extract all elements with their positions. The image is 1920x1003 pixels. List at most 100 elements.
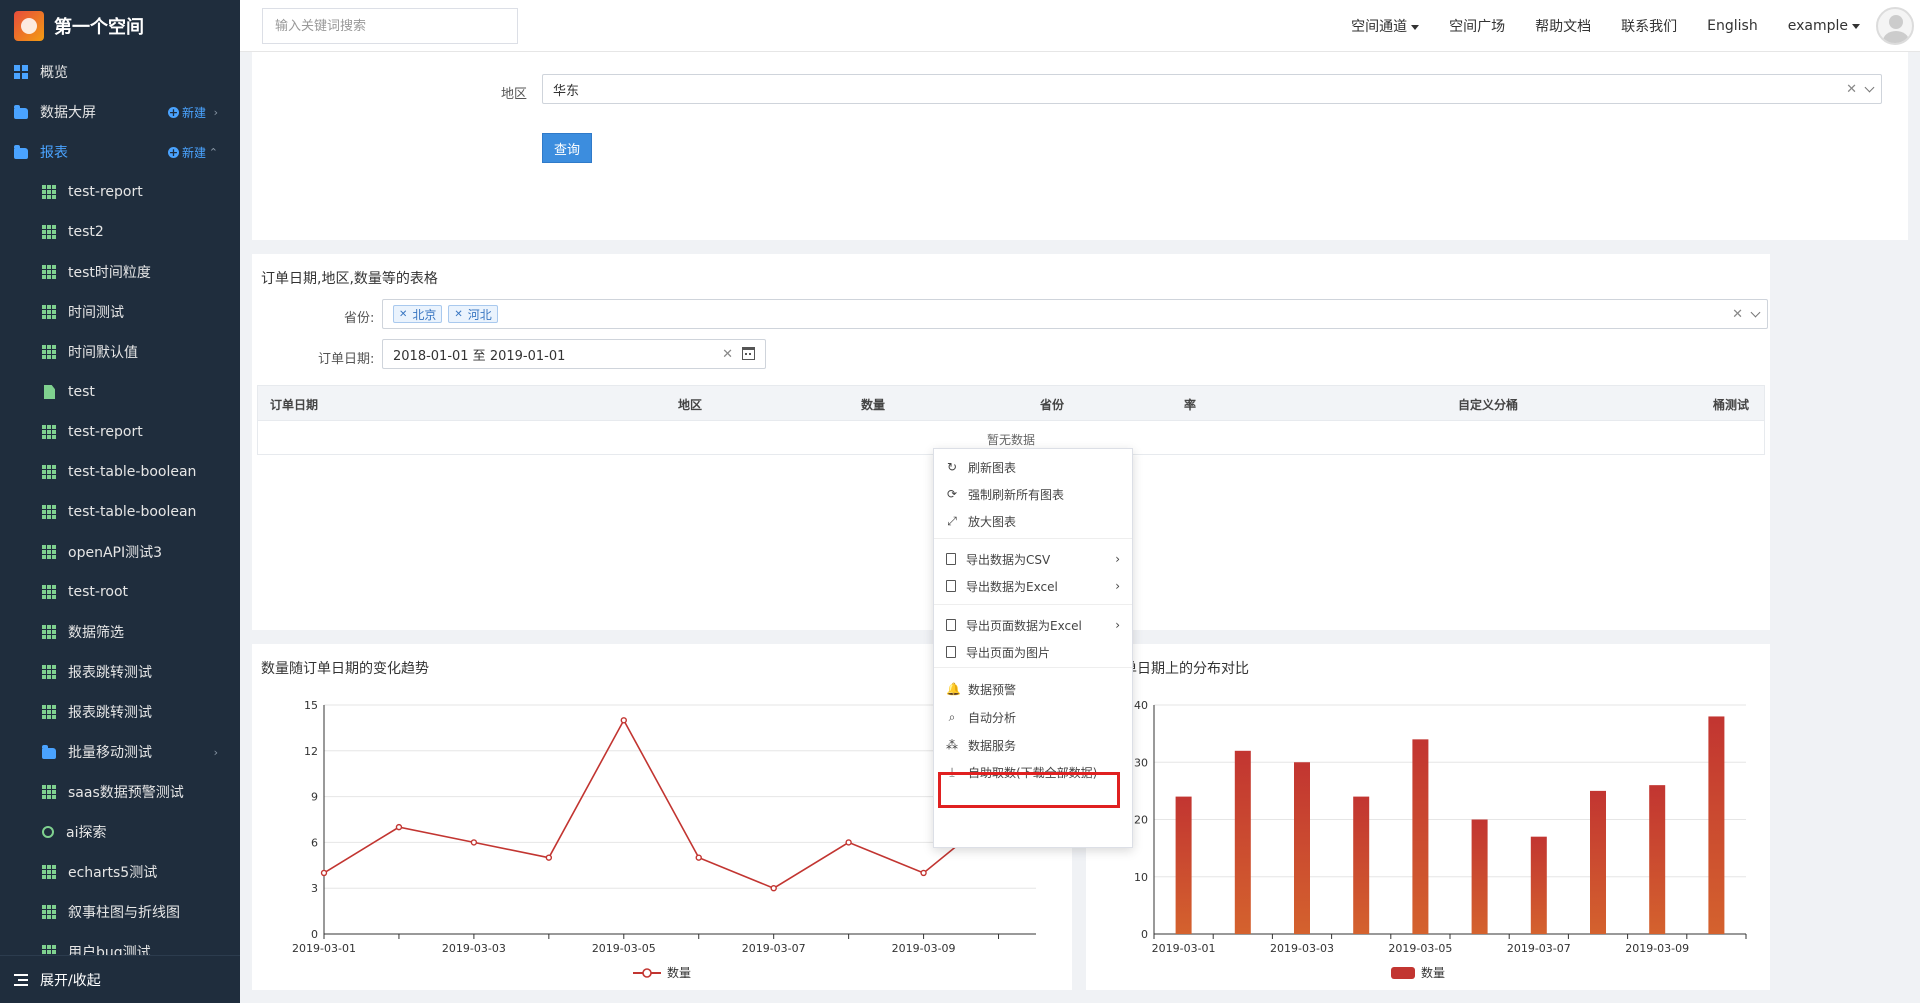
legend-label: 数量 xyxy=(1421,965,1445,980)
nav-user-menu[interactable]: example xyxy=(1788,18,1860,34)
tag-remove-icon[interactable]: ✕ xyxy=(454,309,462,320)
context-menu-item[interactable]: 导出页面为图片 xyxy=(934,638,1132,666)
sidebar-item[interactable]: test-root xyxy=(0,572,240,612)
nav-language[interactable]: English xyxy=(1707,18,1758,34)
sidebar-item[interactable]: test-table-boolean xyxy=(0,492,240,532)
context-menu-item[interactable]: ⤢ 放大图表 xyxy=(934,507,1132,535)
chevron-down-icon xyxy=(1864,82,1875,93)
column-header[interactable]: 数量 xyxy=(861,396,885,413)
new-item-button[interactable]: + 新建 xyxy=(167,104,206,121)
legend-label: 数量 xyxy=(667,965,691,980)
data-point xyxy=(920,869,927,877)
sidebar-item[interactable]: 数据大屏 + 新建 › xyxy=(0,92,240,132)
sidebar-item[interactable]: 时间默认值 xyxy=(0,332,240,372)
share-nodes-icon: ⁂ xyxy=(946,738,958,752)
context-menu-item-label: 强制刷新所有图表 xyxy=(968,487,1065,502)
bar-chart[interactable]: 0 10 20 30 40 2019-03-01 2019-03-03 2019-03-05 2… xyxy=(1086,644,1770,990)
sidebar-item[interactable]: 概览 xyxy=(0,52,240,92)
query-button[interactable]: 查询 xyxy=(542,133,592,163)
chart-context-menu: ↻ 刷新图表 ⟳ 强制刷新所有图表 ⤢ 放大图表 导出数据为CSV › 导出数据为Excel › 导… xyxy=(933,448,1133,848)
sidebar-collapse-label: 展开/收起 xyxy=(40,972,101,989)
tag-remove-icon[interactable]: ✕ xyxy=(399,309,407,320)
region-select[interactable]: 华东 ✕ xyxy=(542,74,1882,104)
sidebar-item[interactable]: 用户bug测试 xyxy=(0,932,240,955)
column-header[interactable]: 桶测试 xyxy=(1713,396,1749,413)
sidebar-item[interactable]: openAPI测试3 xyxy=(0,532,240,572)
caret-down-icon xyxy=(1411,24,1420,30)
context-menu-item[interactable]: 导出页面数据为Excel › xyxy=(934,611,1132,639)
province-tag[interactable]: ✕ 河北 xyxy=(448,305,498,323)
context-menu-item[interactable]: ⁂ 数据服务 xyxy=(934,731,1132,759)
clear-icon[interactable]: ✕ xyxy=(722,347,733,362)
user-avatar[interactable] xyxy=(1876,7,1914,45)
sidebar-item[interactable]: 报表跳转测试 xyxy=(0,692,240,732)
column-header[interactable]: 地区 xyxy=(678,396,702,413)
sidebar-item[interactable]: echarts5测试 xyxy=(0,852,240,892)
data-point xyxy=(620,717,627,724)
file-csv-icon xyxy=(946,553,956,565)
sidebar-item-label: test xyxy=(68,384,95,400)
sidebar-item-label: 概览 xyxy=(40,65,68,81)
sidebar-item[interactable]: test-report xyxy=(0,172,240,212)
sidebar-collapse-toggle[interactable]: 展开/收起 xyxy=(0,955,240,1003)
context-menu-item[interactable]: ⌕ 自动分析 xyxy=(934,703,1132,731)
sidebar-item-label: echarts5测试 xyxy=(68,865,158,881)
nav-space-square[interactable]: 空间广场 xyxy=(1449,16,1505,36)
chevron-right-icon[interactable]: › xyxy=(214,106,218,119)
column-header[interactable]: 自定义分桶 xyxy=(1458,396,1518,413)
new-item-button[interactable]: + 新建 xyxy=(167,144,206,161)
sidebar-item[interactable]: test时间粒度 xyxy=(0,252,240,292)
context-menu-item[interactable]: 导出数据为Excel › xyxy=(934,572,1132,600)
sidebar-item[interactable]: test-report xyxy=(0,412,240,452)
province-select[interactable]: ✕ 北京 ✕ 河北 ✕ xyxy=(382,299,1768,329)
table-icon xyxy=(42,465,56,479)
sidebar-item[interactable]: test xyxy=(0,372,240,412)
app-title: 第一个空间 xyxy=(54,17,144,38)
calendar-icon[interactable] xyxy=(742,347,755,360)
sidebar-item[interactable]: saas数据预警测试 xyxy=(0,772,240,812)
caret-down-icon xyxy=(1852,23,1860,29)
sidebar-item[interactable]: test-table-boolean xyxy=(0,452,240,492)
order-date-range-picker[interactable]: 2018-01-01 至 2019-01-01 ✕ xyxy=(382,339,766,369)
data-point xyxy=(320,869,328,877)
bar-chart-card: 在订单日期上的分布对比 0 10 20 30 40 2019-03-01 2019-03-0… xyxy=(1086,644,1770,990)
column-header[interactable]: 省份 xyxy=(1040,396,1064,413)
sidebar-item-label: 批量移动测试 xyxy=(68,745,152,761)
search-input[interactable] xyxy=(262,8,518,44)
nav-space-channel[interactable]: 空间通道 xyxy=(1351,16,1420,36)
sidebar-item[interactable]: test2 xyxy=(0,212,240,252)
table-icon xyxy=(42,945,56,955)
table-icon xyxy=(42,705,56,719)
chevron-right-icon[interactable]: › xyxy=(214,746,218,759)
x-tick-label: 2019-03-07 xyxy=(1507,942,1571,955)
clear-icon[interactable]: ✕ xyxy=(1732,307,1743,322)
context-menu-item-label: 导出数据为Excel xyxy=(966,579,1058,594)
app-logo-area[interactable]: 第一个空间 xyxy=(0,0,240,52)
sidebar-item[interactable]: ai探索 xyxy=(0,812,240,852)
sidebar-item[interactable]: 报表 + 新建 ⌃ xyxy=(0,132,240,172)
context-menu-item[interactable]: 导出数据为CSV › xyxy=(934,545,1132,573)
table-icon xyxy=(42,905,56,919)
y-tick-label: 15 xyxy=(304,699,318,712)
table-icon xyxy=(42,345,56,359)
column-header[interactable]: 率 xyxy=(1184,396,1196,413)
sidebar-item-label: test-report xyxy=(68,184,143,200)
column-header[interactable]: 订单日期 xyxy=(270,396,318,413)
chevron-up-icon[interactable]: ⌃ xyxy=(209,146,218,159)
sidebar-item[interactable]: 报表跳转测试 xyxy=(0,652,240,692)
nav-help-docs[interactable]: 帮助文档 xyxy=(1535,16,1591,36)
sidebar-item[interactable]: 时间测试 xyxy=(0,292,240,332)
province-tag[interactable]: ✕ 北京 xyxy=(393,305,443,323)
context-menu-item[interactable]: ↻ 刷新图表 xyxy=(934,453,1132,481)
bar xyxy=(1708,716,1725,934)
sidebar-item[interactable]: 数据筛选 xyxy=(0,612,240,652)
sidebar-item[interactable]: 批量移动测试 › xyxy=(0,732,240,772)
table-icon xyxy=(42,785,56,799)
context-menu-item[interactable]: ⟳ 强制刷新所有图表 xyxy=(934,480,1132,508)
sidebar-item[interactable]: 叙事柱图与折线图 xyxy=(0,892,240,932)
province-label: 省份: xyxy=(344,311,375,326)
y-tick-label: 30 xyxy=(1134,756,1148,769)
nav-contact-us[interactable]: 联系我们 xyxy=(1621,16,1677,36)
clear-icon[interactable]: ✕ xyxy=(1846,82,1857,97)
context-menu-item[interactable]: 🔔 数据预警 xyxy=(934,675,1132,703)
